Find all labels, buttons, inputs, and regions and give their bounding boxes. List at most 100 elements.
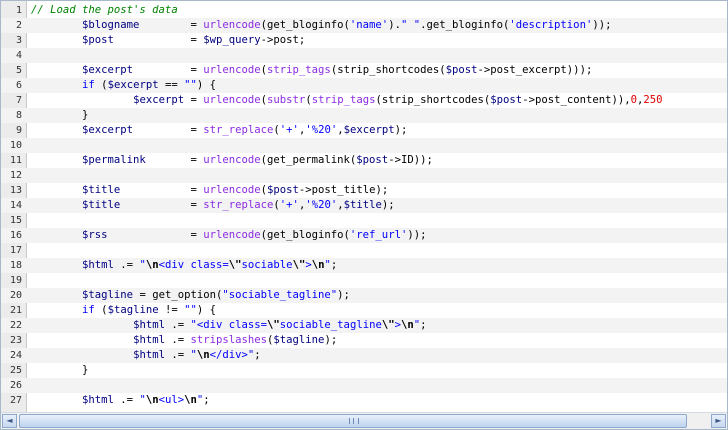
code-token: if: [82, 79, 95, 91]
code-text: $title = str_replace('+','%20',$title);: [31, 198, 395, 213]
code-token: \n: [145, 259, 159, 271]
code-text: $html .= "\n<div class=\"sociable\">\n";: [31, 258, 337, 273]
code-text: $permalink = urlencode(get_permalink($po…: [31, 153, 433, 168]
horizontal-scrollbar[interactable]: ◄ ►: [1, 412, 727, 429]
scroll-left-button[interactable]: ◄: [2, 414, 17, 428]
code-token: 250: [643, 94, 663, 106]
code-token: $post: [267, 184, 299, 196]
line-number: 5: [15, 65, 22, 76]
code-token: $title: [82, 199, 121, 211]
code-token: '%20': [305, 124, 338, 136]
code-line: 4: [1, 48, 727, 63]
code-token: .=: [164, 319, 191, 331]
code-line: 6 if ($excerpt == "") {: [1, 78, 727, 93]
code-token: $excerpt: [82, 64, 134, 76]
line-number: 14: [9, 200, 22, 211]
code-line: 5 $excerpt = urlencode(strip_tags(strip_…: [1, 63, 727, 78]
code-viewer: 1 // Load the post's data 2 $blogname = ur…: [0, 0, 728, 430]
code-text: $excerpt = urlencode(strip_tags(strip_sh…: [31, 63, 592, 78]
code-line: 1 // Load the post's data: [1, 3, 727, 18]
code-token: ) {: [196, 79, 217, 91]
line-number: 4: [15, 50, 22, 61]
code-token: $excerpt: [343, 124, 395, 136]
code-text: $html .= "\n<ul>\n";: [31, 393, 210, 408]
code-token: $wp_query: [203, 34, 261, 46]
code-text: $html .= "\n</div>";: [31, 348, 261, 363]
code-token: '+': [279, 199, 299, 211]
code-token: );: [324, 334, 338, 346]
code-text: $excerpt = str_replace('+','%20',$excerp…: [31, 123, 407, 138]
line-number: 18: [9, 260, 22, 271]
code-token: \": [292, 259, 306, 271]
code-token: "sociable_tagline": [222, 289, 338, 301]
code-token: \n: [401, 319, 414, 331]
code-token: =: [107, 229, 204, 241]
code-token: );: [381, 199, 395, 211]
code-area[interactable]: 1 // Load the post's data 2 $blogname = ur…: [1, 3, 727, 408]
code-token: \": [228, 259, 242, 271]
code-token: $html: [133, 349, 165, 361]
code-token: (get_bloginfo(: [260, 19, 350, 31]
code-text: // Load the post's data: [31, 3, 178, 18]
code-token: =: [120, 184, 204, 196]
code-line: 16 $rss = urlencode(get_bloginfo('ref_ur…: [1, 228, 727, 243]
code-line: 19: [1, 273, 727, 288]
code-token: $html: [82, 394, 114, 406]
code-token: );: [394, 124, 408, 136]
code-text: $blogname = urlencode(get_bloginfo('name…: [31, 18, 611, 33]
code-token: \n: [145, 394, 159, 406]
line-number: 7: [15, 95, 22, 106]
line-number: 8: [15, 110, 22, 121]
code-token: \n: [196, 349, 210, 361]
code-token: sociable: [241, 259, 293, 271]
code-token: $rss: [82, 229, 108, 241]
scroll-right-button[interactable]: ►: [711, 414, 726, 428]
code-token: urlencode: [203, 94, 261, 106]
code-token: = get_option(: [133, 289, 223, 301]
code-token: .=: [164, 349, 191, 361]
scrollbar-thumb[interactable]: [19, 414, 687, 428]
code-token: urlencode: [203, 184, 261, 196]
code-token: $title: [82, 184, 121, 196]
code-token: ->post_title);: [298, 184, 389, 196]
line-number: 24: [9, 350, 22, 361]
code-line: 14 $title = str_replace('+','%20',$title…: [1, 198, 727, 213]
line-number: 25: [9, 365, 22, 376]
code-token: $excerpt: [133, 94, 185, 106]
code-token: );: [337, 289, 350, 301]
code-token: $title: [343, 199, 382, 211]
code-line: 10: [1, 138, 727, 153]
line-number: 11: [9, 155, 22, 166]
code-token: if: [82, 304, 95, 316]
code-token: $permalink: [82, 154, 146, 166]
code-line: 15: [1, 213, 727, 228]
code-token: (: [94, 304, 108, 316]
code-text: }: [31, 108, 88, 123]
code-token: $html: [133, 319, 165, 331]
code-text: }: [31, 363, 88, 378]
code-token: (get_bloginfo(: [260, 229, 350, 241]
code-token: ->ID));: [388, 154, 433, 166]
code-token: ;: [420, 319, 427, 331]
code-token: $html: [133, 334, 165, 346]
code-text: $excerpt = urlencode(substr(strip_tags(s…: [31, 93, 663, 108]
code-line: 20 $tagline = get_option("sociable_tagli…: [1, 288, 727, 303]
code-token: "<div class=: [190, 319, 268, 331]
line-number: 13: [9, 185, 22, 196]
code-token: =: [139, 19, 204, 31]
code-line: 17: [1, 243, 727, 258]
code-token: $post: [356, 154, 389, 166]
code-text: $title = urlencode($post->post_title);: [31, 183, 388, 198]
code-token: urlencode: [203, 154, 261, 166]
code-token: '+': [279, 124, 299, 136]
code-line: 24 $html .= "\n</div>";: [1, 348, 727, 363]
code-token: $blogname: [82, 19, 140, 31]
